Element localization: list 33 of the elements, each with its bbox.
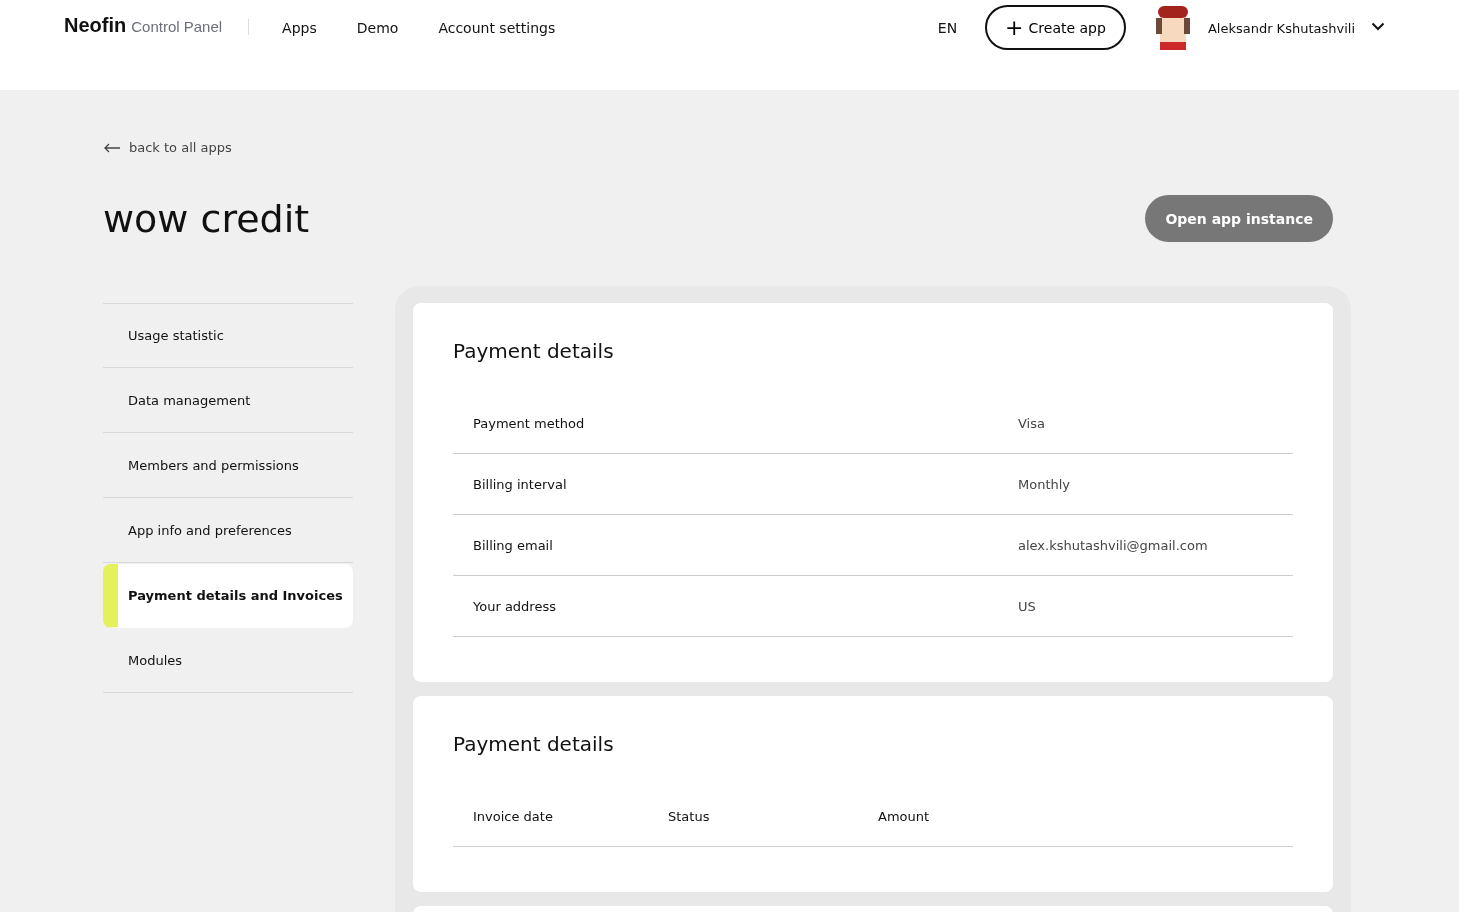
field-value: alex.kshutashvili@gmail.com (1018, 537, 1208, 553)
nav-link[interactable]: Account settings (438, 20, 556, 36)
brand-logo[interactable]: Neofin (64, 14, 127, 37)
sidebar-item[interactable]: App info and preferences (103, 499, 353, 563)
language-selector[interactable]: EN (937, 0, 958, 56)
sidebar-item[interactable]: Payment details and Invoices (103, 564, 353, 628)
field-label: Your address (473, 598, 557, 614)
field-value: Visa (1018, 415, 1045, 431)
card-title: Payment details (453, 732, 615, 756)
nav-link[interactable]: Demo (356, 20, 399, 36)
app-title: wow credit (103, 196, 310, 241)
field-value: US (1018, 598, 1036, 614)
chevron-down-icon[interactable] (1371, 22, 1385, 31)
nav-link[interactable]: Apps (282, 20, 317, 36)
brand-subtitle: Control Panel (131, 18, 223, 35)
user-name[interactable]: Aleksandr Kshutashvili (1207, 0, 1355, 56)
open-app-instance-button[interactable]: Open app instance (1145, 195, 1333, 242)
sidebar-item[interactable]: Data management (103, 369, 353, 433)
back-link[interactable]: back to all apps (103, 140, 232, 155)
arrow-left-icon (103, 142, 121, 153)
sidebar-item[interactable]: Members and permissions (103, 434, 353, 498)
column-header: Amount (878, 808, 930, 824)
field-label: Billing interval (473, 476, 568, 492)
user-avatar[interactable] (1153, 4, 1192, 50)
field-label: Payment method (473, 415, 586, 431)
card-title: Payment details (453, 339, 615, 363)
field-value: Monthly (1018, 476, 1071, 492)
sidebar-item[interactable]: Usage statistic (103, 304, 353, 368)
column-header: Invoice date (473, 808, 554, 824)
field-label: Billing email (473, 537, 554, 553)
sidebar-item[interactable]: Modules (103, 629, 353, 693)
column-header: Status (668, 808, 711, 824)
create-app-button[interactable]: + Create app (985, 5, 1126, 50)
